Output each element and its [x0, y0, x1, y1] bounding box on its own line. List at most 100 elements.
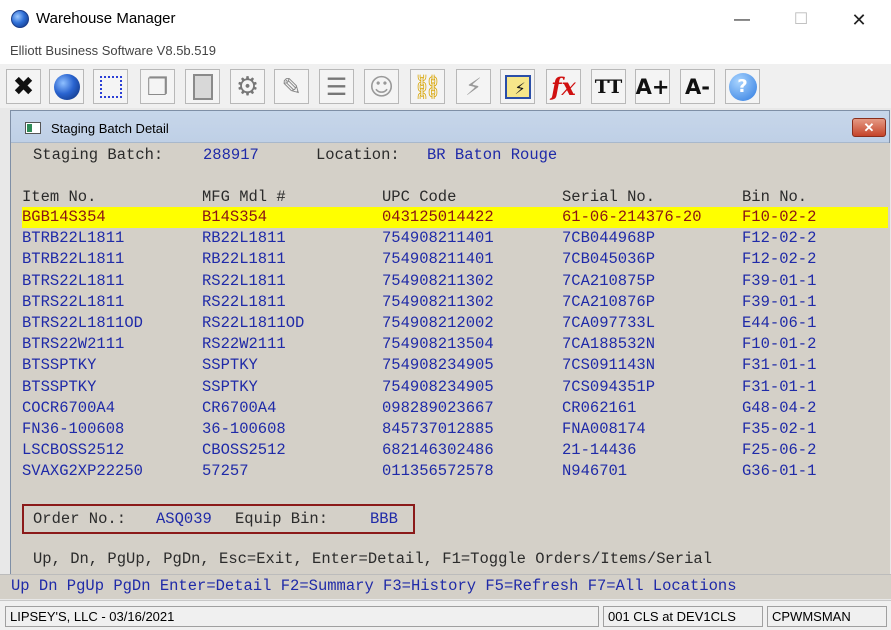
software-version-label: Elliott Business Software V8.5b.519 [10, 43, 216, 58]
cell-bin-no: F39-01-1 [742, 271, 817, 290]
font-increase-icon[interactable]: A+ [635, 69, 670, 104]
table-row[interactable]: BTRS22W2111 RS22W2111 754908213504 7CA18853… [22, 334, 888, 355]
cell-upc-code: 754908211401 [382, 229, 494, 248]
table-row[interactable]: BTSSPTKY SSPTKY 754908234905 7CS094351P F31-… [22, 377, 888, 398]
cell-upc-code: 754908211302 [382, 292, 494, 311]
child-close-button[interactable]: ✕ [852, 118, 886, 137]
cell-serial-no: 7CB044968P [562, 229, 656, 248]
cell-bin-no: F35-02-1 [742, 420, 817, 438]
table-row[interactable]: BTRS22L1811 RS22L1811 754908211302 7CA21087… [22, 292, 888, 313]
cell-serial-no: 7CB045036P [562, 250, 656, 269]
minimize-button[interactable]: — [719, 8, 765, 32]
cell-upc-code: 845737012885 [382, 420, 494, 438]
child-window-title: Staging Batch Detail [51, 121, 169, 136]
cell-upc-code: 754908211401 [382, 250, 494, 269]
fx-icon[interactable]: fx [546, 69, 581, 104]
font-decrease-icon[interactable]: A- [680, 69, 715, 104]
cell-item-no: COCR6700A4 [22, 398, 116, 417]
link-icon[interactable]: ⛓ [410, 69, 445, 104]
cell-mfg-model: CBOSS2512 [202, 441, 286, 460]
edit-icon[interactable]: ✎ [274, 69, 309, 104]
column-header-item: Item No. [22, 188, 97, 206]
maximize-button[interactable]: ☐ [778, 8, 824, 32]
location-value: BR Baton Rouge [427, 146, 558, 164]
column-header-bin: Bin No. [742, 188, 808, 206]
cell-serial-no: N946701 [562, 462, 628, 481]
order-value: ASQ039 [156, 510, 212, 528]
cell-upc-code: 011356572578 [382, 462, 494, 481]
toolbar: ✖ ❐ ⚙ ✎ ☰ ☺ ⛓ ⚡ ⚡ fx TT A+ A- ? [0, 64, 891, 108]
table-row[interactable]: LSCBOSS2512 CBOSS2512 682146302486 21-14436… [22, 440, 888, 461]
cell-mfg-model: RS22L1811 [202, 292, 286, 311]
cell-upc-code: 754908234905 [382, 356, 494, 375]
cell-bin-no: F10-01-2 [742, 335, 817, 354]
cell-serial-no: 7CA210876P [562, 292, 656, 311]
cell-serial-no: 21-14436 [562, 441, 637, 460]
status-station: 001 CLS at DEV1CLS [603, 606, 763, 627]
function-key-bar: Up Dn PgUp PgDn Enter=Detail F2=Summary … [0, 574, 891, 599]
copy-icon[interactable]: ❐ [140, 69, 175, 104]
close-button[interactable]: ✕ [836, 8, 882, 32]
cell-serial-no: 7CA188532N [562, 335, 656, 354]
cell-bin-no: F10-02-2 [742, 208, 817, 226]
table-row[interactable]: BTRS22L1811 RS22L1811 754908211302 7CA21087… [22, 271, 888, 292]
help-icon[interactable]: ? [725, 69, 760, 104]
cell-bin-no: F31-01-1 [742, 356, 817, 375]
cell-item-no: BTRB22L1811 [22, 250, 125, 269]
cell-item-no: SVAXG2XP22250 [22, 462, 143, 481]
function-key-hints: Up Dn PgUp PgDn Enter=Detail F2=Summary … [11, 577, 737, 595]
table-row[interactable]: BTRB22L1811 RB22L1811 754908211401 7CB04503… [22, 249, 888, 270]
table-row[interactable]: BTSSPTKY SSPTKY 754908234905 7CS091143N F31-… [22, 355, 888, 376]
cell-upc-code: 754908211302 [382, 271, 494, 290]
cell-upc-code: 098289023667 [382, 398, 494, 417]
paste-icon[interactable] [185, 69, 220, 104]
cell-mfg-model: 57257 [202, 462, 249, 481]
cell-serial-no: 7CS091143N [562, 356, 656, 375]
table-row[interactable]: COCR6700A4 CR6700A4 098289023667 CR062161 G4… [22, 398, 888, 419]
column-header-serial: Serial No. [562, 188, 656, 206]
column-header-mfg: MFG Mdl # [202, 188, 286, 206]
cell-upc-code: 682146302486 [382, 441, 494, 460]
cell-bin-no: E44-06-1 [742, 314, 817, 332]
users-icon[interactable]: ☺ [364, 69, 399, 104]
font-icon[interactable]: TT [591, 69, 626, 104]
batch-label: Staging Batch: [33, 146, 164, 164]
cell-upc-code: 754908234905 [382, 377, 494, 396]
calculator-icon[interactable]: ⚡ [500, 69, 535, 104]
cell-mfg-model: B14S354 [202, 208, 268, 226]
cell-serial-no: CR062161 [562, 398, 637, 417]
cell-serial-no: 7CA097733L [562, 314, 656, 332]
cell-bin-no: F12-02-2 [742, 229, 817, 248]
form-icon [25, 122, 41, 134]
select-icon[interactable] [93, 69, 128, 104]
globe-icon[interactable] [49, 69, 84, 104]
equip-bin-label: Equip Bin: [235, 510, 329, 528]
table-row[interactable]: BTRS22L1811OD RS22L1811OD 754908212002 7CA0… [22, 313, 888, 334]
settings-icon[interactable]: ⚙ [230, 69, 265, 104]
cell-item-no: BTRS22L1811 [22, 292, 125, 311]
lightning-icon[interactable]: ⚡ [456, 69, 491, 104]
table-row[interactable]: SVAXG2XP22250 57257 011356572578 N946701 G36… [22, 461, 888, 482]
table-row[interactable]: FN36-100608 36-100608 845737012885 FNA00817… [22, 419, 888, 440]
batch-value: 288917 [203, 146, 259, 164]
list-icon[interactable]: ☰ [319, 69, 354, 104]
location-label: Location: [316, 146, 400, 164]
status-user: CPWMSMAN [767, 606, 887, 627]
cell-mfg-model: 36-100608 [202, 420, 286, 438]
cell-bin-no: G36-01-1 [742, 462, 817, 481]
cell-serial-no: 7CS094351P [562, 377, 656, 396]
cell-mfg-model: RS22L1811 [202, 271, 286, 290]
status-company: LIPSEY'S, LLC - 03/16/2021 [5, 606, 599, 627]
exit-icon[interactable]: ✖ [6, 69, 41, 104]
cell-item-no: BTSSPTKY [22, 377, 97, 396]
title-bar: Warehouse Manager — ☐ ✕ [0, 0, 891, 38]
cell-serial-no: 61-06-214376-20 [562, 208, 702, 226]
column-header-upc: UPC Code [382, 188, 457, 206]
cell-upc-code: 754908213504 [382, 335, 494, 354]
cell-item-no: BTRB22L1811 [22, 229, 125, 248]
table-row-selected[interactable]: BGB14S354 B14S354 043125014422 61-06-214376… [22, 207, 888, 228]
table-row[interactable]: BTRB22L1811 RB22L1811 754908211401 7CB04496… [22, 228, 888, 249]
cell-mfg-model: CR6700A4 [202, 398, 277, 417]
navigation-hint: Up, Dn, PgUp, PgDn, Esc=Exit, Enter=Deta… [33, 550, 713, 568]
window-title: Warehouse Manager [36, 10, 176, 27]
